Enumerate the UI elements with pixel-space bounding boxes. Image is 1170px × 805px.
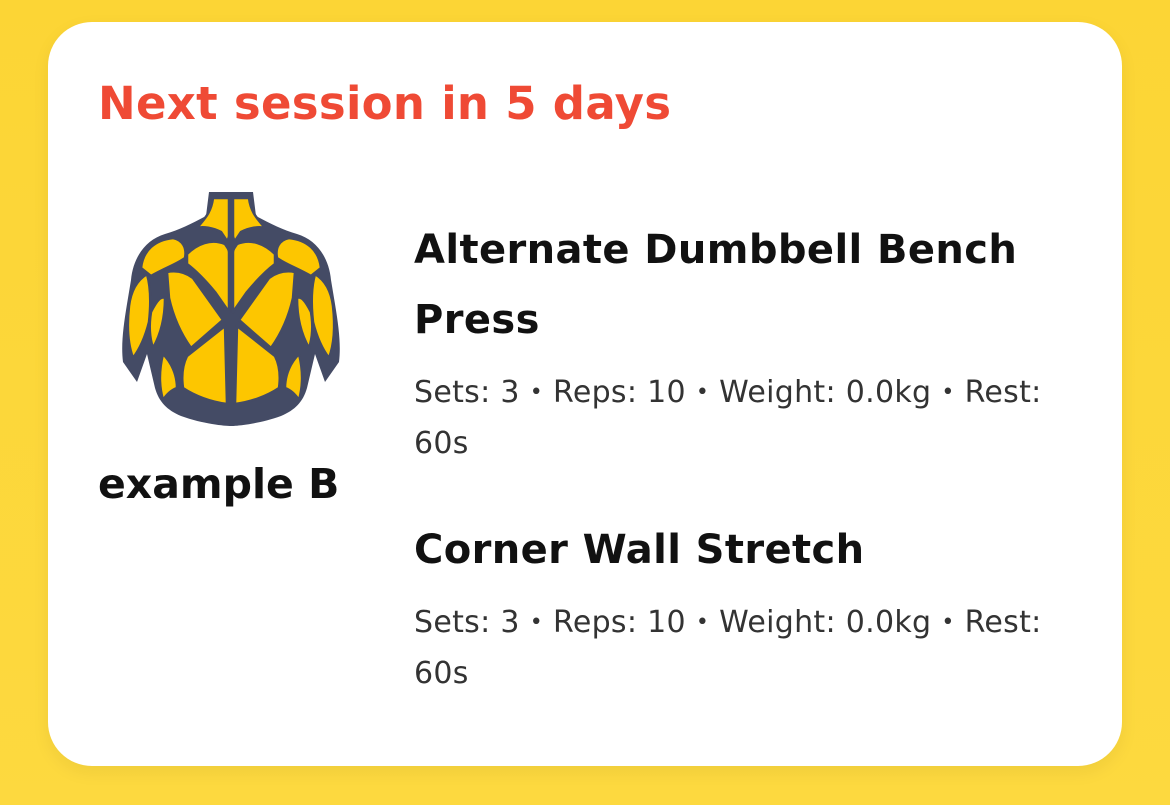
separator-dot: •: [695, 380, 710, 405]
sets-value: Sets: 3: [414, 605, 520, 640]
exercise-title: Alternate Dumbbell Bench Press: [414, 227, 1018, 343]
next-session-card[interactable]: Next session in 5 days example B Alterna…: [48, 22, 1122, 766]
reps-value: Reps: 10: [553, 375, 686, 410]
exercise-list: Alternate Dumbbell Bench Press Sets: 3 • R…: [414, 215, 1074, 745]
separator-dot: •: [941, 610, 955, 635]
sets-value: Sets: 3: [414, 375, 520, 410]
exercise-title: Corner Wall Stretch: [414, 527, 865, 573]
exercise-details: Sets: 3 • Reps: 10 • Weight: 0.0kg • Rest: 60s: [414, 597, 1054, 699]
separator-dot: •: [941, 380, 955, 405]
routine-name: example B: [98, 460, 340, 508]
weight-value: Weight: 0.0kg: [719, 375, 932, 410]
exercise-item[interactable]: Alternate Dumbbell Bench Press Sets: 3 • R…: [414, 215, 1074, 469]
separator-dot: •: [529, 380, 544, 405]
weight-value: Weight: 0.0kg: [719, 605, 932, 640]
separator-dot: •: [695, 610, 710, 635]
upper-body-back-muscles-icon: [122, 192, 340, 426]
exercise-details: Sets: 3 • Reps: 10 • Weight: 0.0kg • Rest: 60s: [414, 367, 1054, 469]
reps-value: Reps: 10: [553, 605, 686, 640]
next-session-label: Next session in 5 days: [98, 77, 672, 130]
exercise-item[interactable]: Corner Wall Stretch Sets: 3 • Reps: 10 • Wei…: [414, 515, 1074, 699]
separator-dot: •: [529, 610, 544, 635]
